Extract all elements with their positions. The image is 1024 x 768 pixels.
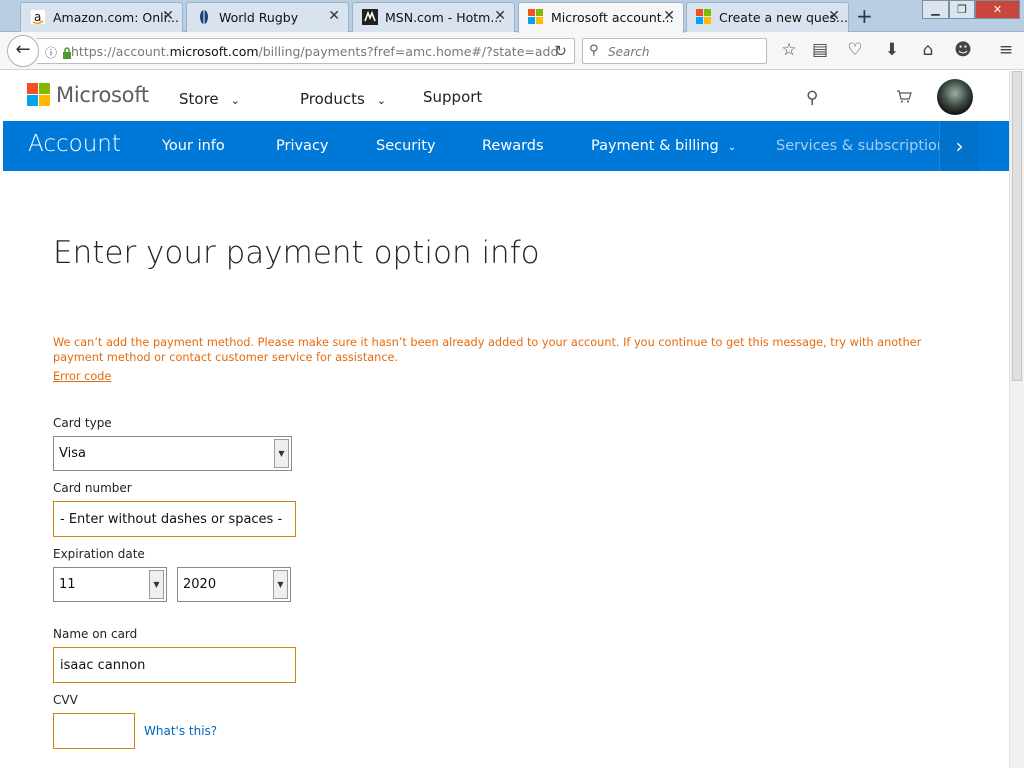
tab-title: World Rugby xyxy=(219,10,299,25)
new-tab-button[interactable]: + xyxy=(856,4,873,28)
dropdown-arrow-icon: ▼ xyxy=(273,570,288,599)
msn-icon xyxy=(362,9,378,25)
bookmark-star-icon[interactable]: ☆ xyxy=(777,40,801,60)
chevron-down-icon: ⌄ xyxy=(727,142,737,153)
nav-products[interactable]: Products ⌄ xyxy=(300,90,386,108)
reading-list-icon[interactable]: ▤ xyxy=(808,40,832,60)
search-icon[interactable]: ⚲ xyxy=(806,88,818,108)
chevron-down-icon: ⌄ xyxy=(230,94,240,107)
back-button[interactable]: ← xyxy=(7,35,39,67)
error-code-link[interactable]: Error code xyxy=(53,370,111,383)
minimize-button[interactable]: ▁ xyxy=(922,0,949,19)
maximize-button[interactable]: ❐ xyxy=(949,0,975,19)
close-icon[interactable]: ✕ xyxy=(663,8,675,24)
tab-title: Amazon.com: Onli... xyxy=(53,10,180,25)
exp-year-select[interactable]: 2020 ▼ xyxy=(177,567,291,602)
download-icon[interactable]: ⬇ xyxy=(880,40,904,60)
browser-tab-msn[interactable]: MSN.com - Hotm... ✕ xyxy=(352,2,515,32)
account-title[interactable]: Account xyxy=(28,131,121,157)
menu-icon[interactable]: ≡ xyxy=(994,40,1018,60)
close-icon[interactable]: ✕ xyxy=(494,8,506,24)
dropdown-arrow-icon: ▼ xyxy=(274,439,289,468)
microsoft-icon xyxy=(528,9,544,25)
nav-security[interactable]: Security xyxy=(376,138,436,154)
rugby-icon xyxy=(196,9,212,25)
nav-rewards[interactable]: Rewards xyxy=(482,138,544,154)
avatar[interactable] xyxy=(937,79,973,115)
nav-scroll-right-button[interactable]: › xyxy=(939,121,979,171)
search-icon: ⚲ xyxy=(589,43,599,58)
reload-icon[interactable]: ↻ xyxy=(554,42,567,60)
name-on-card-input[interactable]: isaac cannon xyxy=(53,647,296,683)
cart-icon[interactable] xyxy=(896,88,912,108)
site-header: Microsoft Store ⌄ Products ⌄ Support ⚲ xyxy=(3,71,1009,121)
back-arrow-icon: ← xyxy=(15,39,31,60)
tab-title: MSN.com - Hotm... xyxy=(385,10,503,25)
microsoft-logo-icon[interactable] xyxy=(27,83,50,106)
account-nav-bar: Account Your info Privacy Security Rewar… xyxy=(3,121,1009,171)
browser-tab-rugby[interactable]: World Rugby ✕ xyxy=(186,2,349,32)
nav-services-subscriptions[interactable]: Services & subscriptions xyxy=(776,138,954,154)
browser-tab-amazon[interactable]: a Amazon.com: Onli... ✕ xyxy=(20,2,183,32)
microsoft-icon xyxy=(696,9,712,25)
browser-tab-bar: a Amazon.com: Onli... ✕ World Rugby ✕ MS… xyxy=(0,0,1024,33)
expiration-date-label: Expiration date xyxy=(53,547,145,561)
tab-title: Microsoft account... xyxy=(551,10,674,25)
brand-name[interactable]: Microsoft xyxy=(56,83,149,107)
page-scrollbar[interactable] xyxy=(1009,71,1024,768)
card-type-label: Card type xyxy=(53,416,112,430)
identity-icon[interactable]: ⓘ xyxy=(45,44,57,61)
nav-payment-billing[interactable]: Payment & billing ⌄ xyxy=(591,138,736,154)
name-on-card-label: Name on card xyxy=(53,627,138,641)
amazon-icon: a xyxy=(29,8,47,26)
scrollbar-thumb[interactable] xyxy=(1012,71,1022,381)
search-placeholder: Search xyxy=(608,45,650,59)
card-type-select[interactable]: Visa ▼ xyxy=(53,436,292,471)
close-icon[interactable]: ✕ xyxy=(162,8,174,24)
dropdown-arrow-icon: ▼ xyxy=(149,570,164,599)
nav-store[interactable]: Store ⌄ xyxy=(179,90,240,108)
url-text[interactable]: https://account.microsoft.com/billing/pa… xyxy=(71,44,558,59)
browser-nav-bar: ⓘ https://account.microsoft.com/billing/… xyxy=(0,32,1024,70)
close-icon[interactable]: ✕ xyxy=(328,8,340,24)
home-icon[interactable]: ⌂ xyxy=(916,40,940,60)
page-title: Enter your payment option info xyxy=(53,235,540,271)
browser-tab-microsoft-account[interactable]: Microsoft account... ✕ xyxy=(518,2,684,33)
cvv-label: CVV xyxy=(53,693,78,707)
cvv-input[interactable] xyxy=(53,713,135,749)
card-number-label: Card number xyxy=(53,481,132,495)
exp-month-select[interactable]: 11 ▼ xyxy=(53,567,167,602)
pocket-icon[interactable]: ♡ xyxy=(843,40,867,60)
chevron-down-icon: ⌄ xyxy=(376,94,386,107)
browser-tab-create-question[interactable]: Create a new ques... ✕ xyxy=(686,2,849,32)
smiley-icon[interactable]: ☻ xyxy=(951,40,975,60)
close-icon[interactable]: ✕ xyxy=(828,8,840,24)
nav-privacy[interactable]: Privacy xyxy=(276,138,329,154)
chevron-right-icon: › xyxy=(955,134,964,158)
address-bar[interactable]: ⓘ https://account.microsoft.com/billing/… xyxy=(37,38,575,64)
error-message: We can’t add the payment method. Please … xyxy=(53,336,922,364)
cvv-help-link[interactable]: What's this? xyxy=(144,724,217,738)
browser-search-input[interactable]: ⚲ Search xyxy=(582,38,767,64)
nav-support[interactable]: Support xyxy=(423,88,482,106)
window-close-button[interactable]: ✕ xyxy=(975,0,1020,19)
nav-your-info[interactable]: Your info xyxy=(162,138,225,154)
card-number-placeholder: - Enter without dashes or spaces - xyxy=(60,512,283,527)
card-number-input[interactable]: - Enter without dashes or spaces - xyxy=(53,501,296,537)
